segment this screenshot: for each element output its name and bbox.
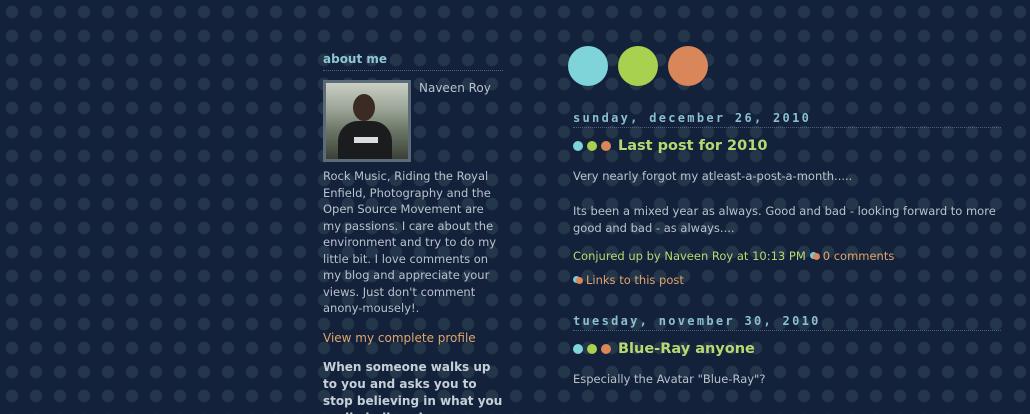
date-header: tuesday, november 30, 2010 — [573, 314, 1001, 331]
links-row: Links to this post — [573, 272, 1001, 288]
profile-row: Naveen Roy — [323, 80, 503, 162]
orange-dot-icon — [601, 141, 611, 151]
blue-dot-icon — [573, 141, 583, 151]
post-title[interactable]: Blue-Ray anyone — [618, 340, 755, 358]
post-paragraph: Its been a mixed year as always. Good an… — [573, 204, 996, 235]
post: tuesday, november 30, 2010 Blue-Ray anyo… — [573, 314, 1001, 388]
post-body: Very nearly forgot my atleast-a-post-a-m… — [573, 168, 1001, 237]
green-dot-icon — [587, 344, 597, 354]
view-profile-link[interactable]: View my complete profile — [323, 330, 503, 346]
post: sunday, december 26, 2010 Last post for … — [573, 111, 1001, 288]
main-content: sunday, december 26, 2010 Last post for … — [568, 46, 1004, 388]
sidebar: about me Naveen Roy Rock Music, Riding t… — [323, 52, 503, 414]
post-title[interactable]: Last post for 2010 — [618, 137, 767, 155]
orange-dot-icon — [668, 46, 708, 86]
post-body: Especially the Avatar "Blue-Ray"? — [573, 371, 1001, 388]
sidebar-quote: When someone walks up to you and asks yo… — [323, 359, 503, 414]
orange-dot-icon — [601, 344, 611, 354]
sidebar-title: about me — [323, 52, 503, 71]
post-byline: Conjured up by Naveen Roy at 10:13 PM — [573, 249, 806, 263]
header-dots — [568, 46, 1004, 86]
blue-dot-icon — [573, 344, 583, 354]
about-text: Rock Music, Riding the Royal Enfield, Ph… — [323, 169, 497, 315]
link-icon — [573, 276, 583, 284]
post-footer: Conjured up by Naveen Roy at 10:13 PM 0 … — [573, 248, 1001, 264]
post-paragraph: Very nearly forgot my atleast-a-post-a-m… — [573, 169, 853, 183]
green-dot-icon — [618, 46, 658, 86]
avatar[interactable] — [323, 80, 411, 162]
post-title-row: Blue-Ray anyone — [573, 340, 1001, 358]
comments-link[interactable]: 0 comments — [823, 248, 895, 264]
post-paragraph: Especially the Avatar "Blue-Ray"? — [573, 372, 766, 386]
green-dot-icon — [587, 141, 597, 151]
links-to-post-link[interactable]: Links to this post — [586, 272, 684, 288]
post-title-row: Last post for 2010 — [573, 137, 1001, 155]
date-header: sunday, december 26, 2010 — [573, 111, 1001, 128]
profile-name: Naveen Roy — [419, 81, 491, 95]
blue-dot-icon — [568, 46, 608, 86]
comment-icon — [809, 252, 820, 260]
